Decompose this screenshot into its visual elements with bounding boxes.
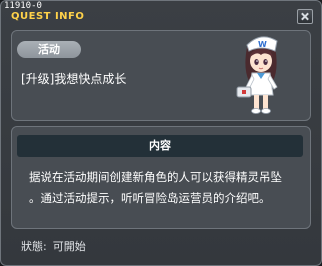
quest-info-window: 11910-0 QUEST INFO 活动 [升级]我想快点成长 W 内容 据说… — [0, 0, 322, 266]
quest-category-badge: 活动 — [17, 41, 81, 58]
quest-status: 狀態: 可開始 — [21, 238, 86, 254]
description-line: 。通过活动提示，听听冒险岛运营员的介绍吧。 — [29, 191, 271, 205]
status-value: 可開始 — [52, 240, 86, 253]
quest-name: [升级]我想快点成长 — [21, 72, 127, 86]
status-label: 狀態: — [21, 240, 47, 253]
content-section-header: 内容 — [17, 135, 303, 157]
svg-text:W: W — [258, 40, 267, 49]
close-icon[interactable] — [297, 9, 313, 24]
quest-id: 11910-0 — [4, 1, 42, 11]
quest-description: 据说在活动期间创建新角色的人可以获得精灵吊坠 。通过活动提示，听听冒险岛运营员的… — [29, 167, 299, 209]
description-line: 据说在活动期间创建新角色的人可以获得精灵吊坠 — [29, 170, 282, 184]
nurse-npc-character-icon: W — [236, 36, 278, 114]
window-title: QUEST INFO — [11, 11, 85, 22]
